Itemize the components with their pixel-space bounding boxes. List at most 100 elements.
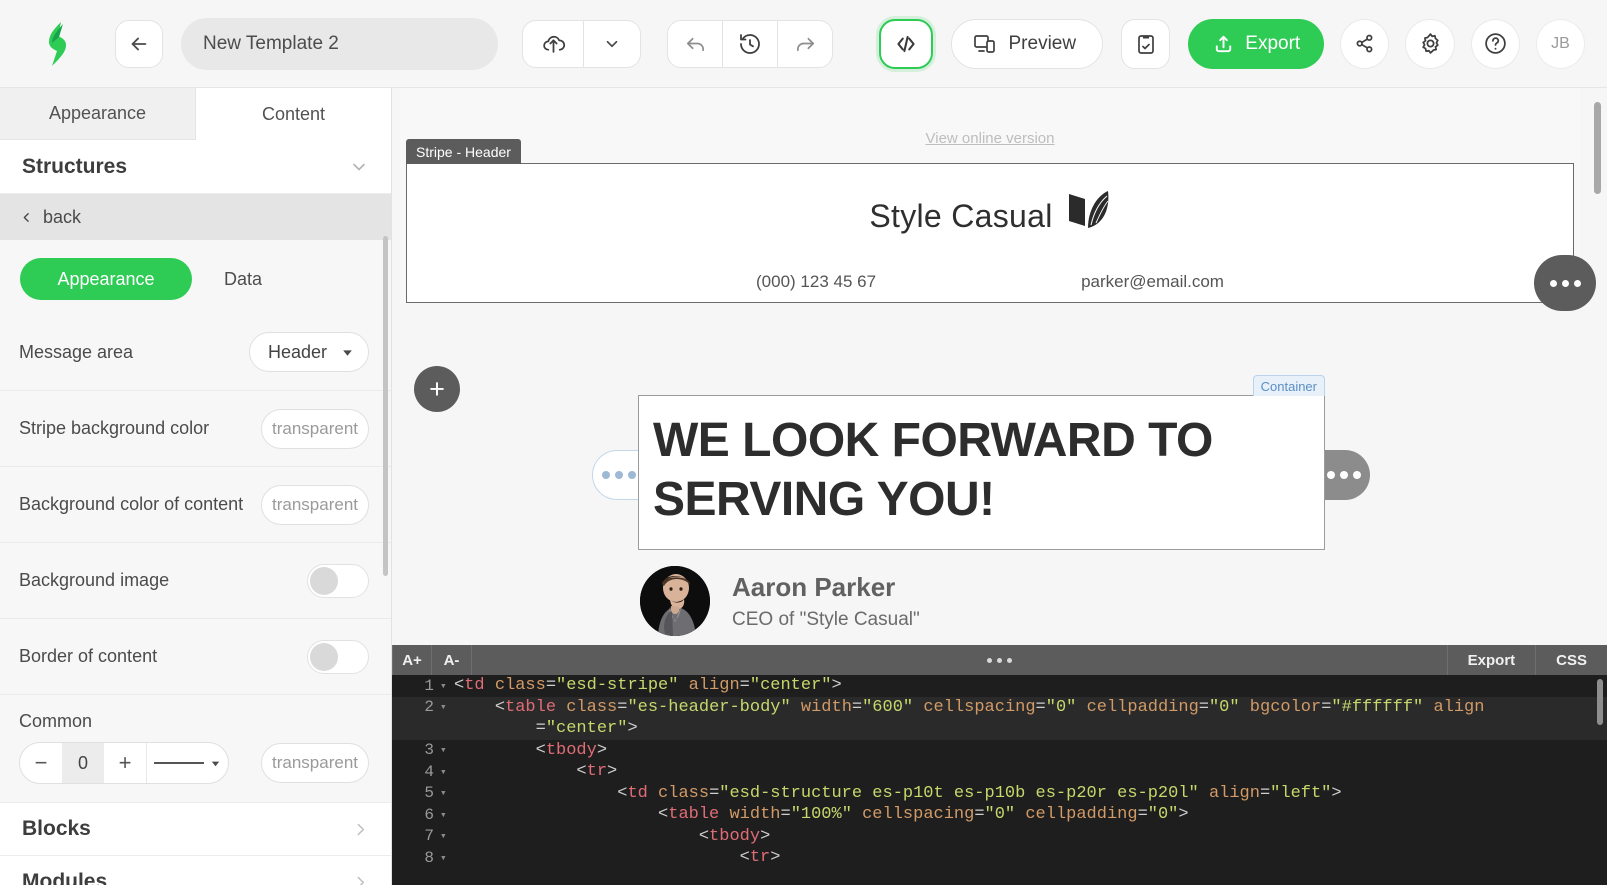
stripe-header-block[interactable]: Stripe - Header Style Casual (000) 123 4… <box>406 139 1574 303</box>
help-button[interactable] <box>1470 18 1520 69</box>
export-label: Export <box>1245 32 1301 54</box>
border-style-select[interactable] <box>146 743 228 783</box>
message-area-select[interactable]: Header <box>249 332 369 372</box>
author-role[interactable]: CEO of "Style Casual" <box>732 609 920 631</box>
code-export-button[interactable]: Export <box>1446 645 1536 675</box>
border-width-increase-button[interactable]: + <box>104 743 146 783</box>
font-decrease-button[interactable]: A- <box>432 645 472 675</box>
code-line[interactable]: 8 ▾ <tr> <box>392 847 1607 869</box>
template-title-input[interactable]: New Template 2 <box>180 17 499 70</box>
preview-button[interactable]: Preview <box>950 18 1104 69</box>
tab-appearance[interactable]: Appearance <box>0 88 196 140</box>
back-link[interactable]: back <box>0 194 391 240</box>
fold-toggle-icon[interactable]: ▾ <box>440 808 454 822</box>
headline-text[interactable]: WE LOOK FORWARD TO SERVING YOU! <box>639 396 1324 529</box>
code-scrollbar[interactable] <box>1597 679 1603 725</box>
border-color-value: transparent <box>272 753 358 772</box>
dot <box>1327 471 1335 479</box>
avatar-initials: JB <box>1551 34 1570 52</box>
email-address[interactable]: parker@email.com <box>1081 272 1224 292</box>
app-logo[interactable] <box>28 21 89 67</box>
export-button[interactable]: Export <box>1188 18 1325 69</box>
code-css-button[interactable]: CSS <box>1535 645 1607 675</box>
content-bg-color-input[interactable]: transparent <box>261 484 369 525</box>
common-label: Common <box>19 711 93 731</box>
code-editor-body[interactable]: 1 ▾ <td class="esd-stripe" align="center">… <box>392 675 1607 885</box>
stripe-bg-color-input[interactable]: transparent <box>261 408 369 449</box>
arrow-left-icon <box>131 37 147 50</box>
publish-dropdown-button[interactable] <box>583 19 642 68</box>
code-line[interactable]: 4 ▾ <tr> <box>392 761 1607 783</box>
container-block[interactable]: Container WE LOOK FORWARD TO SERVING YOU… <box>638 375 1325 550</box>
fold-toggle-icon[interactable]: ▾ <box>440 851 454 865</box>
structures-section-header[interactable]: Structures <box>0 140 391 194</box>
code-line[interactable]: 3 ▾ <tbody> <box>392 740 1607 762</box>
border-content-label: Border of content <box>19 646 158 666</box>
background-image-label: Background image <box>19 570 170 590</box>
contact-row: (000) 123 45 67 parker@email.com <box>407 242 1573 292</box>
sidebar-scrollbar[interactable] <box>383 236 388 576</box>
code-line[interactable]: 7 ▾ <tbody> <box>392 826 1607 848</box>
code-icon <box>897 35 915 52</box>
border-width-value[interactable]: 0 <box>62 743 104 783</box>
export-upload-icon <box>1216 35 1232 53</box>
author-name[interactable]: Aaron Parker <box>732 571 920 605</box>
fold-toggle-icon[interactable]: ▾ <box>440 743 454 757</box>
border-width-decrease-button[interactable]: − <box>20 743 62 783</box>
share-button[interactable] <box>1340 18 1390 69</box>
tab-content-label: Content <box>261 103 326 124</box>
sidebar-tabs: Appearance Content <box>0 88 391 140</box>
dot <box>614 471 623 479</box>
property-background-image: Background image <box>0 542 391 618</box>
settings-button[interactable] <box>1405 18 1455 69</box>
phone-number[interactable]: (000) 123 45 67 <box>756 272 876 292</box>
border-content-toggle[interactable] <box>307 639 369 674</box>
checklist-button[interactable] <box>1121 18 1171 69</box>
font-increase-button[interactable]: A+ <box>392 645 432 675</box>
solid-line-icon <box>154 762 204 764</box>
panel-drag-handle[interactable] <box>392 657 1607 663</box>
content-bg-color-label: Background color of content <box>19 494 244 514</box>
brand-row: Style Casual <box>407 164 1573 242</box>
fold-toggle-icon[interactable]: ▾ <box>440 679 454 693</box>
undo-icon <box>686 37 704 52</box>
code-line[interactable]: 6 ▾ <table width="100%" cellspacing="0" c… <box>392 804 1607 826</box>
container-right-options-button[interactable] <box>1318 450 1370 500</box>
container-tag: Container <box>1252 375 1325 396</box>
sidebar-item-modules[interactable]: Modules <box>0 855 391 885</box>
redo-button[interactable] <box>777 19 834 68</box>
code-editor-toggle-button[interactable] <box>879 18 933 69</box>
fold-toggle-icon[interactable]: ▾ <box>440 765 454 779</box>
back-button[interactable] <box>114 19 163 68</box>
add-structure-button[interactable]: + <box>414 366 460 412</box>
sidebar-item-blocks[interactable]: Blocks <box>0 802 391 855</box>
message-area-label: Message area <box>19 341 134 362</box>
segment-appearance[interactable]: Appearance <box>20 258 192 300</box>
tab-content[interactable]: Content <box>196 88 391 140</box>
undo-button[interactable] <box>667 19 724 68</box>
dot <box>1340 471 1348 479</box>
fold-toggle-icon[interactable]: ▾ <box>440 700 454 714</box>
code-line[interactable]: ="center"> <box>392 718 1607 740</box>
code-line[interactable]: 2 ▾ <table class="es-header-body" width="… <box>392 696 1607 718</box>
publish-button[interactable] <box>522 19 585 68</box>
fold-toggle-icon[interactable]: ▾ <box>440 829 454 843</box>
toggle-knob <box>310 642 338 671</box>
code-line[interactable]: 5 ▾ <td class="esd-structure es-p10t es-p… <box>392 783 1607 805</box>
dot <box>997 657 1002 663</box>
view-online-link[interactable]: View online version <box>400 88 1580 163</box>
stripe-options-button[interactable] <box>1534 255 1596 311</box>
version-history-button[interactable] <box>722 19 779 68</box>
background-image-toggle[interactable] <box>307 563 369 598</box>
border-color-input[interactable]: transparent <box>261 743 369 783</box>
segment-data[interactable]: Data <box>224 258 262 300</box>
code-text: <tr> <box>739 848 781 868</box>
blocks-label: Blocks <box>22 817 91 840</box>
code-line[interactable]: 1 ▾ <td class="esd-stripe" align="center"> <box>392 675 1607 697</box>
canvas-scrollbar[interactable] <box>1594 102 1601 194</box>
fold-toggle-icon[interactable]: ▾ <box>440 786 454 800</box>
author-info: Aaron Parker CEO of "Style Casual" <box>732 571 920 631</box>
user-avatar[interactable]: JB <box>1535 18 1586 69</box>
container-left-options-button[interactable] <box>592 450 644 500</box>
property-border-of-content: Border of content <box>0 618 391 694</box>
